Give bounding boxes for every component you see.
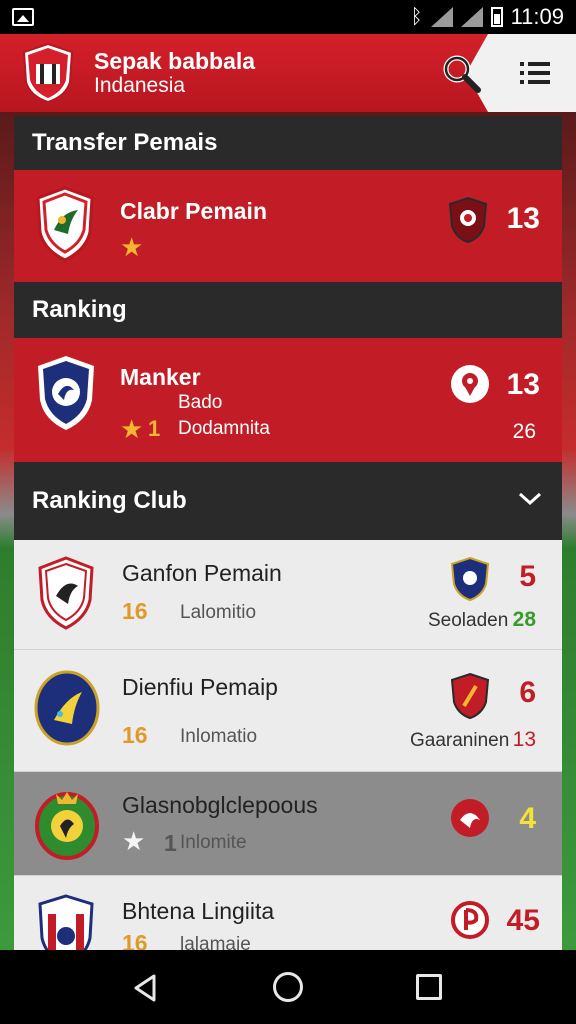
- club-title: Ganfon Pemain: [122, 560, 282, 586]
- club-desc: Inlomatio: [180, 726, 258, 747]
- club-number: 1: [164, 830, 177, 856]
- club-number: 16: [122, 598, 148, 624]
- club-number: 16: [122, 930, 148, 950]
- ranking-name: Manker: [120, 364, 201, 390]
- signal-icon: [430, 7, 453, 27]
- ranking-sub: Bado: [178, 392, 223, 413]
- club-value: 5: [519, 560, 536, 593]
- club-value: 6: [519, 676, 536, 709]
- club-right-label: Gaaraninen: [410, 730, 510, 751]
- club-crest-icon: [35, 792, 99, 860]
- club-right-label: Seoladen: [428, 610, 509, 631]
- transfer-title: Clabr Pemain: [120, 198, 267, 224]
- app-header: Sepak babbala Indanesia: [0, 34, 576, 112]
- back-icon[interactable]: [132, 974, 158, 1002]
- club-crest-icon: [36, 186, 94, 262]
- list-item[interactable]: Glasnobglclepoous ★ 1 Inlomite 4: [14, 772, 562, 876]
- app-logo: [22, 42, 74, 104]
- image-icon: [12, 8, 34, 26]
- list-item[interactable]: Ganfon Pemain 16 Lalomitio 5 Seoladen 28: [14, 540, 562, 650]
- club-badge-icon: [451, 901, 489, 939]
- list-item[interactable]: Bhtena Lingiita 16 lalamaie 45: [14, 876, 562, 950]
- club-value: 45: [506, 904, 540, 937]
- star-icon: ★: [120, 414, 144, 444]
- club-title: Bhtena Lingiita: [122, 898, 275, 924]
- club-right-small: 28: [512, 608, 536, 631]
- club-badge-icon: [450, 672, 490, 720]
- ranking-value-small: 26: [512, 420, 536, 443]
- transfer-count: 13: [506, 202, 540, 235]
- club-title: Glasnobglclepoous: [122, 792, 318, 818]
- club-desc: Inlomite: [180, 832, 247, 853]
- transfer-card[interactable]: Clabr Pemain ★ 13: [14, 170, 562, 282]
- club-badge-icon: [448, 196, 488, 244]
- app-subtitle: Indanesia: [94, 74, 186, 97]
- club-desc: Lalomitio: [180, 602, 257, 623]
- club-crest-icon: [34, 670, 100, 746]
- club-crest-icon: [38, 894, 94, 950]
- section-title: Ranking Club: [32, 487, 187, 514]
- ranking-value: 13: [506, 368, 540, 401]
- transfer-section: Transfer Pemais Clabr Pemain ★ 13: [14, 116, 562, 282]
- ranking-rank: 1: [148, 416, 161, 441]
- ranking-card[interactable]: Manker Bado ★ 1 Dodamnita 13 26: [14, 338, 562, 462]
- battery-icon: [490, 7, 503, 27]
- club-number: 16: [122, 722, 148, 748]
- club-title: Dienfiu Pemaip: [122, 674, 278, 700]
- ranking-club-header[interactable]: Ranking Club: [14, 462, 562, 540]
- ranking-desc: Dodamnita: [178, 418, 270, 439]
- app-title: Sepak babbala: [94, 48, 256, 74]
- location-pin-icon: [451, 365, 489, 403]
- club-crest-icon: [38, 356, 94, 430]
- home-icon[interactable]: [273, 972, 303, 1002]
- club-right-small: 13: [512, 728, 536, 751]
- club-value: 4: [519, 802, 536, 835]
- recent-apps-icon[interactable]: [416, 974, 442, 1000]
- star-icon: ★: [122, 826, 146, 856]
- status-bar: ᛒ 11:09: [0, 0, 576, 34]
- section-title: Ranking: [14, 282, 562, 338]
- list-item[interactable]: Dienfiu Pemaip 16 Inlomatio 6 Gaaraninen…: [14, 650, 562, 772]
- club-badge-icon: [450, 556, 490, 602]
- star-icon: ★: [120, 232, 144, 262]
- signal-icon: [460, 7, 483, 27]
- club-crest-icon: [38, 556, 94, 630]
- ranking-section: Ranking Manker Bado ★ 1 Dodamnita 13 26: [14, 282, 562, 462]
- status-time: 11:09: [510, 4, 564, 29]
- navigation-bar: [0, 950, 576, 1024]
- search-icon[interactable]: [440, 52, 484, 96]
- bluetooth-icon: ᛒ: [410, 5, 423, 28]
- section-title: Transfer Pemais: [14, 116, 562, 170]
- chevron-down-icon[interactable]: [518, 492, 542, 506]
- club-badge-icon: [451, 799, 489, 837]
- club-desc: lalamaie: [180, 934, 251, 950]
- menu-icon[interactable]: [520, 60, 550, 86]
